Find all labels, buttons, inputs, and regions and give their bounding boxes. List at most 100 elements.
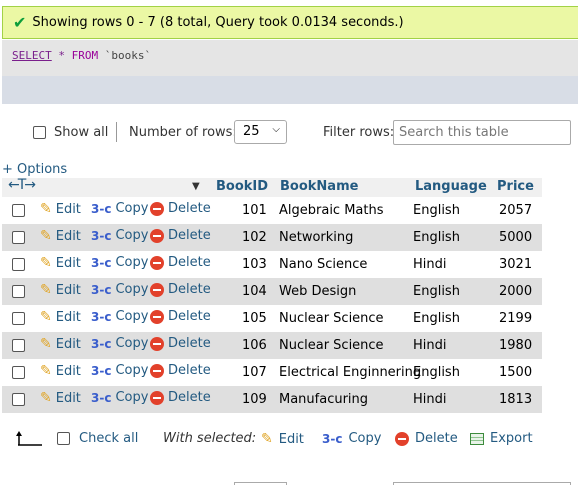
row-edit-button[interactable]: ✎ Edit [40,363,81,379]
pencil-icon: ✎ [40,390,52,406]
with-selected-label: With selected: [163,431,257,446]
row-copy-label: Copy [115,255,149,270]
bulk-copy-button[interactable]: 3‑c Copy [322,431,381,446]
cell-bookname: Networking [279,230,354,245]
delete-icon [150,255,164,270]
copy-icon: 3‑c [91,363,112,378]
row-copy-label: Copy [115,336,149,351]
rows-count-label: Number of rows: [129,125,237,140]
rows-count-value: 25 [243,124,260,139]
row-edit-label: Edit [55,336,81,352]
row-copy-button[interactable]: 3‑c Copy [91,336,148,351]
column-header-bookname[interactable]: BookName [280,179,358,194]
row-delete-button[interactable]: Delete [150,228,211,243]
row-delete-button[interactable]: Delete [150,363,211,378]
row-edit-button[interactable]: ✎ Edit [40,336,81,352]
row-delete-button[interactable]: Delete [150,282,211,297]
pencil-icon: ✎ [40,255,52,271]
filter-rows-input[interactable]: Search this table [393,120,571,145]
success-message: ✔ Showing rows 0 - 7 (8 total, Query too… [2,6,578,39]
rows-count-select[interactable]: 25 ⌵ [234,120,287,144]
pencil-icon: ✎ [40,336,52,352]
cell-language: English [413,230,460,245]
show-all-control[interactable]: Show all [33,125,108,140]
delete-icon [150,390,164,405]
row-copy-button[interactable]: 3‑c Copy [91,228,148,243]
delete-icon [395,431,409,446]
row-checkbox[interactable] [12,339,25,352]
column-header-bookid[interactable]: BookID [216,179,268,194]
check-all-control[interactable]: Check all [57,431,138,446]
row-edit-button[interactable]: ✎ Edit [40,228,81,244]
table-row: ✎ Edit 3‑c Copy Delete 103 Nano Science Hindi 30… [2,251,542,278]
row-checkbox[interactable] [12,393,25,406]
row-checkbox[interactable] [12,231,25,244]
row-copy-button[interactable]: 3‑c Copy [91,201,148,216]
row-copy-button[interactable]: 3‑c Copy [91,363,148,378]
cell-bookid: 103 [242,257,267,272]
copy-icon: 3‑c [91,255,112,270]
row-delete-button[interactable]: Delete [150,255,211,270]
cell-bookname: Nano Science [279,257,368,272]
row-edit-label: Edit [55,363,81,379]
copy-icon: 3‑c [91,201,112,216]
column-header-price[interactable]: Price [497,179,534,194]
bulk-copy-label: Copy [348,431,382,446]
table-row: ✎ Edit 3‑c Copy Delete 107 Electrical Enginner… [2,359,542,386]
cell-language: English [413,284,460,299]
column-arrows-icon[interactable]: ←T→ [8,177,36,193]
check-all-checkbox[interactable] [57,432,70,445]
table-row: ✎ Edit 3‑c Copy Delete 101 Algebraic Maths Engl… [2,197,542,224]
table-row: ✎ Edit 3‑c Copy Delete 102 Networking English 50… [2,224,542,251]
row-edit-button[interactable]: ✎ Edit [40,309,81,325]
row-copy-label: Copy [115,228,149,243]
row-copy-button[interactable]: 3‑c Copy [91,390,148,405]
row-edit-button[interactable]: ✎ Edit [40,255,81,271]
options-link[interactable]: + Options [2,162,67,177]
column-header-language[interactable]: Language [415,179,487,194]
table-row: ✎ Edit 3‑c Copy Delete 104 Web Design English 20… [2,278,542,305]
pencil-icon: ✎ [40,282,52,298]
cell-price: 1813 [499,392,533,407]
bulk-export-button[interactable]: Export [470,431,533,446]
row-copy-label: Copy [115,282,149,297]
row-checkbox[interactable] [12,258,25,271]
row-delete-label: Delete [168,255,211,270]
show-all-checkbox[interactable] [33,126,46,139]
row-delete-button[interactable]: Delete [150,309,211,324]
row-edit-button[interactable]: ✎ Edit [40,201,81,217]
cell-bookid: 109 [242,392,267,407]
row-checkbox[interactable] [12,204,25,217]
check-icon: ✔ [13,13,27,32]
row-edit-label: Edit [55,228,81,244]
row-delete-label: Delete [168,390,211,405]
row-edit-label: Edit [55,255,81,271]
bulk-edit-button[interactable]: ✎ Edit [261,431,304,447]
sort-desc-icon[interactable]: ▼ [192,181,200,192]
row-delete-button[interactable]: Delete [150,201,211,216]
row-edit-button[interactable]: ✎ Edit [40,390,81,406]
row-copy-button[interactable]: 3‑c Copy [91,309,148,324]
row-checkbox[interactable] [12,366,25,379]
pencil-icon: ✎ [40,201,52,217]
navigation-bar: Show all Number of rows: 25 ⌵ Filter row… [0,118,578,148]
row-delete-button[interactable]: Delete [150,336,211,351]
copy-icon: 3‑c [91,282,112,297]
cell-price: 2000 [499,284,533,299]
cell-price: 2199 [499,311,533,326]
row-checkbox[interactable] [12,285,25,298]
cell-bookname: Nuclear Science [279,311,384,326]
sql-select-keyword[interactable]: SELECT [12,49,52,62]
row-delete-button[interactable]: Delete [150,390,211,405]
copy-icon: 3‑c [91,228,112,243]
row-edit-button[interactable]: ✎ Edit [40,282,81,298]
row-copy-button[interactable]: 3‑c Copy [91,282,148,297]
row-copy-button[interactable]: 3‑c Copy [91,255,148,270]
success-text: Showing rows 0 - 7 (8 total, Query took … [32,15,404,30]
row-delete-label: Delete [168,282,211,297]
copy-icon: 3‑c [322,431,343,446]
bulk-delete-button[interactable]: Delete [395,431,458,446]
cell-language: English [413,311,460,326]
row-copy-label: Copy [115,201,149,216]
row-checkbox[interactable] [12,312,25,325]
